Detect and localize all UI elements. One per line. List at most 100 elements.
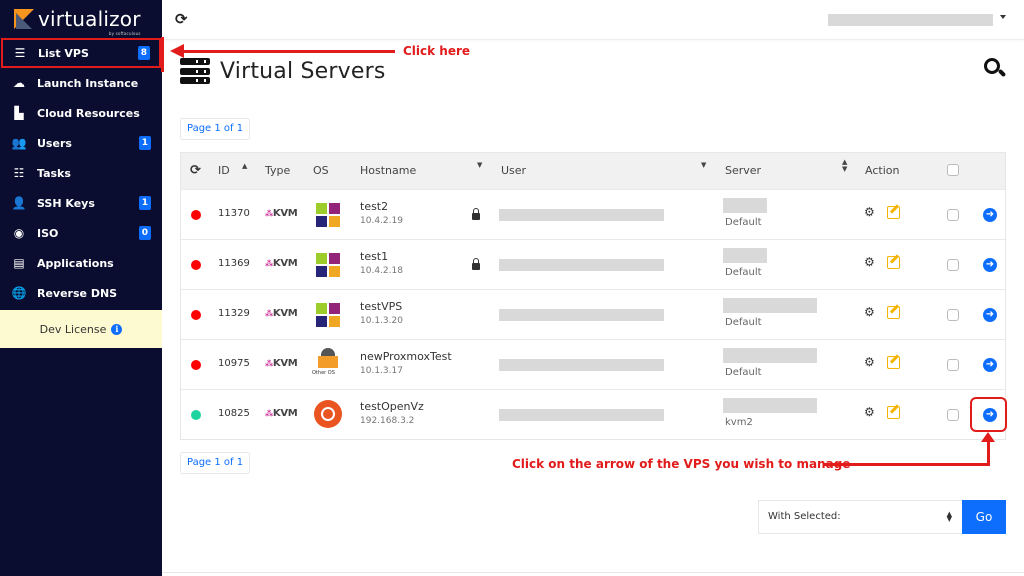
status-indicator <box>191 210 201 220</box>
count-badge: 8 <box>138 46 150 60</box>
select-arrows-icon: ▲▼ <box>947 512 952 522</box>
sidebar-item-iso[interactable]: ◉ ISO 0 <box>0 218 162 248</box>
go-button[interactable]: Go <box>962 500 1006 534</box>
sidebar-item-list-vps[interactable]: ☰ List VPS 8 <box>1 38 161 68</box>
disc-icon: ◉ <box>11 226 27 240</box>
refresh-icon[interactable]: ⟳ <box>175 10 188 28</box>
server-name: Default <box>725 267 762 278</box>
row-checkbox[interactable] <box>947 409 959 421</box>
pager-bottom[interactable]: Page 1 of 1 <box>180 452 250 474</box>
column-header-server[interactable]: Server <box>725 164 761 177</box>
status-indicator <box>191 360 201 370</box>
annotation-click-arrow: Click on the arrow of the VPS you wish t… <box>512 457 850 471</box>
server-redacted <box>723 248 767 263</box>
pager-top[interactable]: Page 1 of 1 <box>180 118 250 140</box>
page-title: Virtual Servers <box>220 59 386 84</box>
edit-icon[interactable] <box>887 406 900 419</box>
gears-icon[interactable]: ⚙ <box>864 205 875 219</box>
row-checkbox[interactable] <box>947 309 959 321</box>
status-indicator <box>191 410 201 420</box>
sidebar-item-reverse-dns[interactable]: 🌐 Reverse DNS <box>0 278 162 308</box>
hostname[interactable]: test1 <box>360 250 403 263</box>
vps-id: 11369 <box>218 258 250 269</box>
ip-address: 10.4.2.19 <box>360 216 403 226</box>
sidebar-item-applications[interactable]: ▤ Applications <box>0 248 162 278</box>
info-icon[interactable]: i <box>111 324 122 335</box>
sidebar-item-tasks[interactable]: ☷ Tasks <box>0 158 162 188</box>
brand-sub: by softaculous <box>109 32 141 36</box>
edit-icon[interactable] <box>887 206 900 219</box>
hostname-cell: testOpenVz 192.168.3.2 <box>360 400 424 426</box>
hostname[interactable]: testVPS <box>360 300 403 313</box>
sidebar-item-label: SSH Keys <box>37 197 95 210</box>
other-os-icon: Other OS <box>315 348 341 378</box>
sidebar-item-cloud-resources[interactable]: ▙ Cloud Resources <box>0 98 162 128</box>
ip-address: 10.1.3.17 <box>360 366 452 376</box>
column-header-user[interactable]: User <box>501 164 526 177</box>
select-all-checkbox[interactable] <box>947 164 959 176</box>
manage-vps-arrow-icon[interactable]: ➜ <box>983 308 997 322</box>
users-icon: 👥 <box>11 136 27 150</box>
edit-icon[interactable] <box>887 356 900 369</box>
column-header-hostname[interactable]: Hostname <box>360 164 416 177</box>
gears-icon[interactable]: ⚙ <box>864 255 875 269</box>
annotation-arrow-line <box>183 50 395 53</box>
footer-divider <box>162 572 1024 573</box>
caret-down-icon[interactable] <box>1000 15 1006 19</box>
gears-icon[interactable]: ⚙ <box>864 405 875 419</box>
manage-vps-arrow-icon[interactable]: ➜ <box>983 258 997 272</box>
box-open-icon: ▤ <box>11 256 27 270</box>
server-redacted <box>723 298 817 313</box>
brand-logo[interactable]: virtualizorby softaculous <box>0 0 162 38</box>
hostname-cell: newProxmoxTest 10.1.3.17 <box>360 350 452 376</box>
refresh-icon[interactable]: ⟳ <box>190 163 201 178</box>
gears-icon[interactable]: ⚙ <box>864 355 875 369</box>
hostname-cell: testVPS10.1.3.20 <box>360 300 403 326</box>
user-redacted <box>499 209 664 221</box>
column-header-id[interactable]: ID <box>218 164 230 177</box>
sidebar-item-label: Reverse DNS <box>37 287 117 300</box>
lock-icon <box>472 263 480 270</box>
sidebar-item-users[interactable]: 👥 Users 1 <box>0 128 162 158</box>
sidebar-item-label: Cloud Resources <box>37 107 140 120</box>
edit-icon[interactable] <box>887 256 900 269</box>
status-indicator <box>191 260 201 270</box>
server-redacted <box>723 198 767 213</box>
ip-address: 192.168.3.2 <box>360 416 424 426</box>
type-kvm-label: ⁂KVM <box>265 208 297 219</box>
brand-name: virtualizor <box>38 7 141 31</box>
manage-vps-arrow-icon[interactable]: ➜ <box>983 358 997 372</box>
table-row: 11329⁂KVMtestVPS10.1.3.20Default⚙➜ <box>181 289 1005 339</box>
row-checkbox[interactable] <box>947 259 959 271</box>
table-row: 10975⁂KVMOther OSnewProxmoxTest10.1.3.17… <box>181 339 1005 389</box>
sidebar-item-launch-instance[interactable]: ☁ Launch Instance <box>0 68 162 98</box>
server-stack-icon <box>180 58 210 84</box>
count-badge: 1 <box>139 136 151 150</box>
hostname[interactable]: testOpenVz <box>360 400 424 413</box>
edit-icon[interactable] <box>887 306 900 319</box>
sort-both-icon[interactable]: ▲▼ <box>842 159 847 173</box>
hostname-cell: test110.4.2.18 <box>360 250 403 276</box>
row-checkbox[interactable] <box>947 359 959 371</box>
hostname-cell: test2 10.4.2.19 <box>360 200 403 226</box>
sidebar-item-ssh-keys[interactable]: 👤 SSH Keys 1 <box>0 188 162 218</box>
server-icon: ☰ <box>12 46 28 60</box>
server-name: kvm2 <box>725 417 753 428</box>
server-name: Default <box>725 367 762 378</box>
hostname[interactable]: test2 <box>360 200 403 213</box>
user-dropdown[interactable] <box>828 14 993 26</box>
manage-vps-arrow-icon[interactable]: ➜ <box>983 208 997 222</box>
hostname[interactable]: newProxmoxTest <box>360 350 452 363</box>
dev-license-label: Dev License <box>40 323 107 336</box>
sort-desc-icon[interactable]: ▼ <box>701 161 706 169</box>
server-name: Default <box>725 317 762 328</box>
status-indicator <box>191 310 201 320</box>
gears-icon[interactable]: ⚙ <box>864 305 875 319</box>
sidebar-item-label: List VPS <box>38 47 89 60</box>
sort-asc-icon[interactable]: ▲ <box>242 162 247 170</box>
with-selected-select[interactable]: With Selected: ▲▼ <box>758 500 962 534</box>
row-checkbox[interactable] <box>947 209 959 221</box>
search-icon[interactable] <box>984 58 1006 80</box>
sort-desc-icon[interactable]: ▼ <box>477 161 482 169</box>
annotation-arrow-head-icon <box>170 44 184 58</box>
